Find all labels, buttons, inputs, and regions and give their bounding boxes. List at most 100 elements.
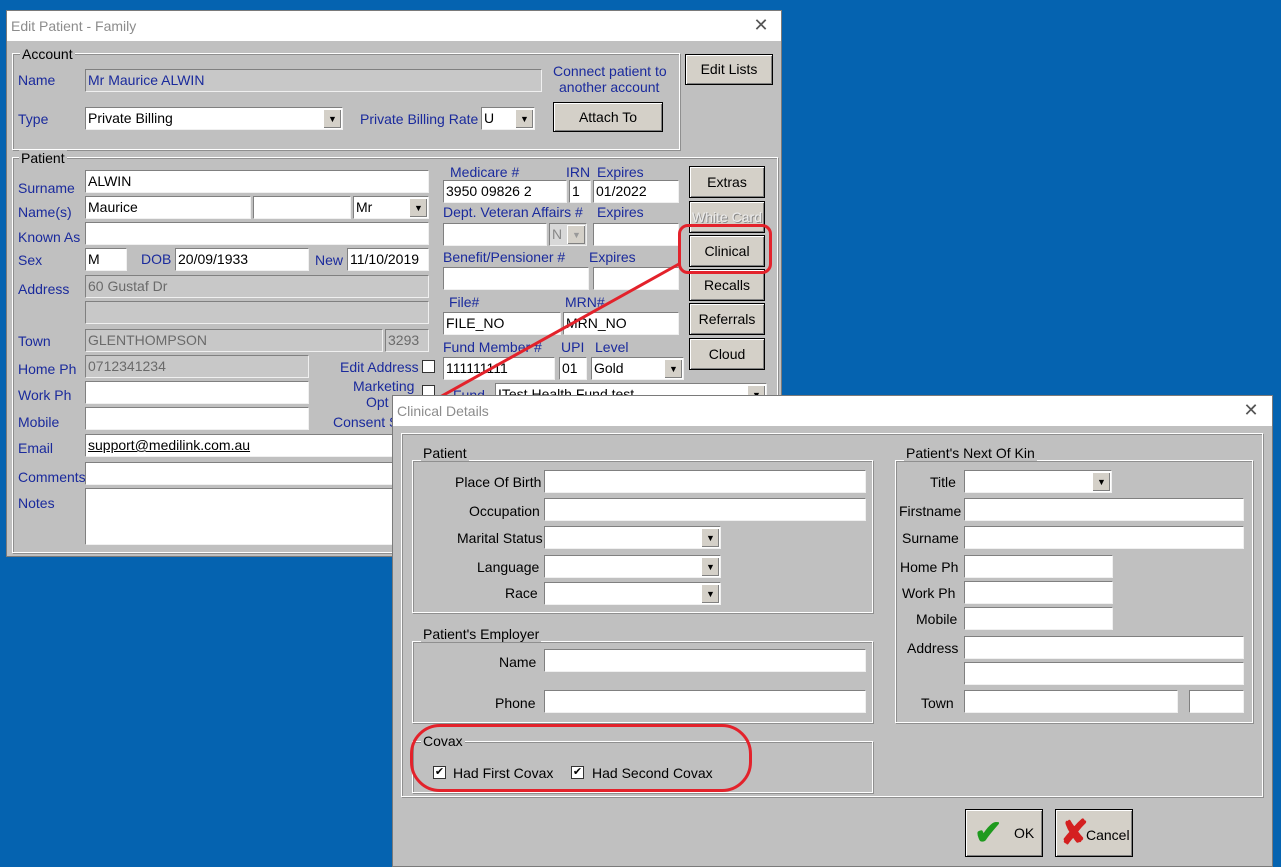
medicare-expires-label: Expires <box>597 164 644 180</box>
nok-home-ph-label: Home Ph <box>900 559 959 575</box>
edit-address-checkbox[interactable] <box>422 360 435 373</box>
language-label: Language <box>477 559 540 575</box>
benefit-expires-label: Expires <box>589 249 636 265</box>
rate-select[interactable]: U ▼ <box>481 107 535 130</box>
employer-phone-field[interactable] <box>544 690 866 713</box>
edit-lists-button[interactable]: Edit Lists <box>685 54 773 85</box>
nok-surname-field[interactable] <box>964 526 1244 549</box>
town-field: GLENTHOMPSON <box>85 329 383 352</box>
first-name-field[interactable]: Maurice <box>85 196 251 219</box>
dva-expires-field[interactable] <box>593 223 679 246</box>
employer-name-field[interactable] <box>544 649 866 672</box>
close-icon[interactable]: ✕ <box>1241 400 1261 420</box>
nok-mobile-label: Mobile <box>916 611 958 627</box>
clinical-details-window: Clinical Details ✕ Patient Place Of Birt… <box>392 395 1273 867</box>
first-covax-checkbox[interactable]: ✔ <box>433 766 446 779</box>
nok-postcode-field[interactable] <box>1189 690 1244 713</box>
account-name-field: Mr Maurice ALWIN <box>85 69 542 92</box>
sex-label: Sex <box>18 252 43 268</box>
home-ph-field: 0712341234 <box>85 355 309 378</box>
file-field[interactable]: FILE_NO <box>443 312 561 335</box>
new-date-field[interactable]: 11/10/2019 <box>347 248 429 271</box>
account-type-label: Type <box>18 111 49 127</box>
work-ph-field[interactable] <box>85 381 309 404</box>
race-select[interactable]: ▼ <box>544 582 721 605</box>
address-line-2 <box>85 301 429 324</box>
clinical-patient-legend: Patient <box>421 445 469 461</box>
dob-field[interactable]: 20/09/1933 <box>175 248 309 271</box>
postcode-field: 3293 <box>385 329 429 352</box>
medicare-number-field[interactable]: 3950 09826 2 <box>443 180 567 203</box>
language-select[interactable]: ▼ <box>544 555 721 578</box>
irn-field[interactable]: 1 <box>569 180 591 203</box>
edit-patient-titlebar: Edit Patient - Family ✕ <box>7 11 781 41</box>
home-ph-label: Home Ph <box>18 361 77 377</box>
nok-title-select[interactable]: ▼ <box>964 470 1112 493</box>
occupation-field[interactable] <box>544 498 866 521</box>
place-of-birth-label: Place Of Birth <box>455 474 542 490</box>
middle-name-field[interactable] <box>253 196 351 219</box>
level-select[interactable]: Gold ▼ <box>591 357 684 380</box>
window-title: Edit Patient - Family <box>11 18 137 34</box>
known-as-label: Known As <box>18 229 81 245</box>
cancel-button[interactable]: ✘ Cancel <box>1055 809 1133 857</box>
benefit-number-field[interactable] <box>443 267 589 290</box>
rate-label: Private Billing Rate <box>360 111 479 127</box>
email-field[interactable]: support@medilink.com.au <box>85 434 395 457</box>
nok-address-line-2[interactable] <box>964 662 1244 685</box>
mobile-field[interactable] <box>85 407 309 430</box>
nok-home-ph-field[interactable] <box>964 555 1113 578</box>
marital-status-select[interactable]: ▼ <box>544 526 721 549</box>
red-x-icon: ✘ <box>1060 814 1089 852</box>
employer-legend: Patient's Employer <box>421 626 542 642</box>
nok-work-ph-field[interactable] <box>964 581 1113 604</box>
dropdown-arrow-icon: ▼ <box>701 557 719 576</box>
title-select[interactable]: Mr ▼ <box>353 196 429 219</box>
first-covax-label: Had First Covax <box>453 765 554 781</box>
nok-address-line-1[interactable] <box>964 636 1244 659</box>
sex-field[interactable]: M <box>85 248 127 271</box>
cloud-button[interactable]: Cloud <box>689 338 765 370</box>
nok-mobile-field[interactable] <box>964 607 1113 630</box>
dva-number-field[interactable] <box>443 223 547 246</box>
known-as-field[interactable] <box>85 222 429 245</box>
second-covax-checkbox[interactable]: ✔ <box>571 766 584 779</box>
nok-firstname-field[interactable] <box>964 498 1244 521</box>
mobile-label: Mobile <box>18 414 60 430</box>
fund-member-field[interactable]: 111111111 <box>443 357 555 380</box>
comments-field[interactable] <box>85 462 395 485</box>
extras-button[interactable]: Extras <box>689 166 765 198</box>
mrn-field[interactable]: MRN_NO <box>563 312 679 335</box>
benefit-expires-field[interactable] <box>593 267 679 290</box>
upi-label: UPI <box>561 339 585 355</box>
dropdown-arrow-icon: ▼ <box>1092 472 1110 491</box>
referrals-button[interactable]: Referrals <box>689 303 765 335</box>
nok-town-label: Town <box>921 695 954 711</box>
nok-town-field[interactable] <box>964 690 1178 713</box>
medicare-expires-field[interactable]: 01/2022 <box>593 180 679 203</box>
clinical-window-title: Clinical Details <box>397 403 489 419</box>
next-of-kin-legend: Patient's Next Of Kin <box>904 445 1037 461</box>
recalls-button[interactable]: Recalls <box>689 269 765 301</box>
account-type-select[interactable]: Private Billing ▼ <box>85 107 343 130</box>
connect-text-2: another account <box>559 79 660 95</box>
consent-label: Consent S <box>333 414 399 430</box>
notes-field[interactable] <box>85 488 395 545</box>
dropdown-arrow-icon: ▼ <box>323 109 341 128</box>
marketing-label-1: Marketing <box>353 378 415 394</box>
dva-label: Dept. Veteran Affairs # <box>443 204 583 220</box>
green-check-icon: ✔ <box>974 814 1003 852</box>
names-label: Name(s) <box>18 204 72 220</box>
surname-field[interactable]: ALWIN <box>85 170 429 193</box>
marital-status-label: Marital Status <box>457 530 543 546</box>
clinical-button[interactable]: Clinical <box>689 235 765 267</box>
upi-field[interactable]: 01 <box>559 357 587 380</box>
dropdown-arrow-icon: ▼ <box>515 109 533 128</box>
close-icon[interactable]: ✕ <box>751 15 771 35</box>
attach-to-button[interactable]: Attach To <box>553 102 663 132</box>
edit-address-label: Edit Address <box>340 359 419 375</box>
patient-legend: Patient <box>19 150 67 166</box>
connect-text-1: Connect patient to <box>553 63 667 79</box>
place-of-birth-field[interactable] <box>544 470 866 493</box>
ok-button[interactable]: ✔ OK <box>965 809 1043 857</box>
